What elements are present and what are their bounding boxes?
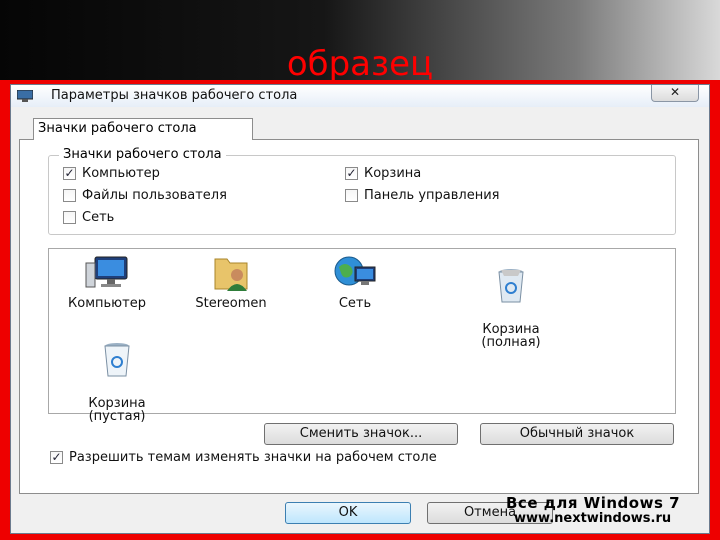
icon-label: Корзина (полная): [481, 322, 541, 350]
checkbox-recycle-bin[interactable]: ✓ Корзина: [345, 166, 421, 181]
slide-title: образец: [286, 44, 434, 84]
group-label: Значки рабочего стола: [59, 147, 226, 162]
checkbox-computer[interactable]: ✓ Компьютер: [63, 166, 160, 181]
tab-panel: Значки рабочего стола ✓ Компьютер ✓ Корз…: [19, 139, 699, 494]
checkbox-box[interactable]: ✓: [345, 167, 358, 180]
close-button[interactable]: ✕: [651, 85, 699, 102]
checkbox-box[interactable]: [63, 211, 76, 224]
icon-item-user-files[interactable]: Stereomen: [181, 253, 281, 310]
icon-label: Компьютер: [68, 296, 146, 311]
desktop-icon-settings-dialog: Параметры значков рабочего стола ✕ Значк…: [10, 84, 710, 534]
checkbox-label: Корзина: [364, 166, 422, 181]
watermark-line1: Все для Windows 7: [506, 494, 681, 512]
checkbox-box[interactable]: ✓: [63, 167, 76, 180]
checkbox-label: Компьютер: [82, 166, 160, 181]
title-bar[interactable]: Параметры значков рабочего стола ✕: [11, 85, 709, 107]
checkbox-network[interactable]: Сеть: [63, 210, 114, 225]
icon-label: Сеть: [338, 296, 372, 311]
checkbox-user-files[interactable]: Файлы пользователя: [63, 188, 227, 203]
network-icon: [334, 256, 376, 286]
checkbox-control-panel[interactable]: Панель управления: [345, 188, 500, 203]
user-folder-icon: [214, 258, 248, 291]
icon-item-computer[interactable]: Компьютер: [57, 253, 157, 310]
dialog-title: Параметры значков рабочего стола: [51, 88, 298, 103]
checkbox-label: Сеть: [82, 210, 115, 225]
watermark: Все для Windows 7 www.nextwindows.ru: [506, 494, 706, 527]
icon-item-recycle-bin-empty[interactable]: Корзина (пустая): [67, 327, 167, 423]
icon-item-network[interactable]: Сеть: [305, 253, 405, 310]
computer-icon: [85, 256, 128, 288]
icon-label: Корзина (пустая): [88, 396, 146, 424]
checkbox-box[interactable]: [63, 189, 76, 202]
icon-list: Компьютер Stereomen Сеть Корзина (полная…: [48, 248, 676, 423]
checkbox-box[interactable]: ✓: [50, 451, 63, 464]
desktop-icons-group: Значки рабочего стола ✓ Компьютер ✓ Корз…: [48, 147, 676, 235]
change-icon-button[interactable]: Сменить значок...: [264, 423, 458, 445]
checkbox-allow-themes[interactable]: ✓ Разрешить темам изменять значки на раб…: [50, 450, 437, 465]
dialog-app-icon: [17, 90, 33, 102]
recycle-bin-empty-icon: [104, 343, 130, 377]
checkbox-label: Файлы пользователя: [82, 188, 227, 203]
tab-desktop-icons[interactable]: Значки рабочего стола: [33, 118, 253, 140]
icon-item-recycle-bin-full[interactable]: Корзина (полная): [461, 253, 561, 349]
icon-label: Stereomen: [195, 296, 267, 311]
checkbox-label: Разрешить темам изменять значки на рабоч…: [69, 450, 437, 465]
checkbox-label: Панель управления: [364, 188, 500, 203]
checkbox-box[interactable]: [345, 189, 358, 202]
ok-button[interactable]: OK: [285, 502, 411, 524]
recycle-bin-full-icon: [498, 269, 524, 303]
watermark-line2: www.nextwindows.ru: [514, 511, 672, 526]
default-icon-button[interactable]: Обычный значок: [480, 423, 674, 445]
